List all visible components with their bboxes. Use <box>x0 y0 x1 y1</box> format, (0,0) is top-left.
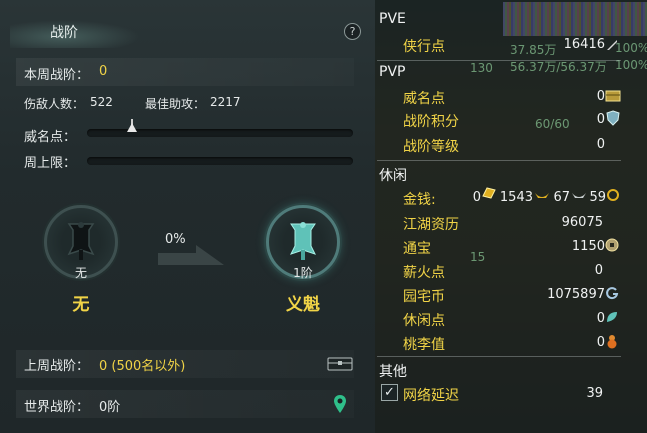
help-icon[interactable]: ? <box>344 23 361 40</box>
next-rank-name: 义魁 <box>286 295 320 315</box>
location-pin-icon[interactable] <box>333 394 347 414</box>
weekly-rank-value: 0 <box>99 64 108 79</box>
leisure-item-value: 0 <box>596 311 605 326</box>
leisure-item-label: 薪火点 <box>403 265 445 281</box>
section-divider <box>377 60 621 61</box>
ghost-text: 15 <box>470 250 486 264</box>
current-rank-caption: 无 <box>74 266 87 280</box>
kills-value: 522 <box>90 95 113 109</box>
gold-bar-icon <box>482 187 496 199</box>
money-value-gold: 1543 <box>499 190 533 205</box>
panel-header: 战阶 ? <box>0 0 375 60</box>
pvp-section-title: PVP <box>379 64 406 80</box>
leisure-item-label: 园宅币 <box>403 289 445 305</box>
section-divider <box>377 356 621 357</box>
world-rank-label: 世界战阶： <box>24 400 90 415</box>
leisure-item-value: 0 <box>596 335 605 350</box>
leaf-icon <box>607 312 617 322</box>
money-value-copper: 59 <box>589 190 606 205</box>
pvp-item-value: 0 <box>596 112 605 127</box>
pvp-item-value: 0 <box>596 89 605 104</box>
current-rank-name: 无 <box>72 295 90 315</box>
leisure-item-value: 0 <box>594 263 603 278</box>
world-rank-value: 0阶 <box>99 400 121 415</box>
rank-panel: 战阶 ? 本周战阶： 0 伤敌人数： 522 最佳助攻： 2217 威名点： 周… <box>0 0 375 433</box>
prestige-label: 威名点： <box>24 130 77 145</box>
copper-cash-icon <box>605 238 619 252</box>
last-week-label: 上周战阶： <box>24 359 90 374</box>
weekly-rank-label: 本周战阶： <box>24 68 90 83</box>
money-value-gold-bar: 0 <box>472 190 481 205</box>
rank-banner-active-icon <box>290 222 316 260</box>
leisure-item-label: 通宝 <box>403 241 431 257</box>
reward-chest-icon[interactable] <box>327 355 353 371</box>
leisure-item-value: 1150 <box>571 239 605 254</box>
other-section-title: 其他 <box>379 364 407 380</box>
pve-item-label: 侠行点 <box>403 39 445 55</box>
rank-banner-icon <box>67 222 95 260</box>
sword-icon <box>607 40 617 50</box>
best-assist-value: 2217 <box>210 95 241 109</box>
money-value-silver: 67 <box>553 190 570 205</box>
pvp-item-label: 战阶等级 <box>403 139 459 155</box>
pvp-item-label: 威名点 <box>403 91 445 107</box>
currency-panel: 37.85万 56.37万/56.37万 130 60/60 15 100% 1… <box>375 0 647 433</box>
gold-ingot-icon <box>535 193 549 198</box>
leisure-item-label: 休闲点 <box>403 313 445 329</box>
next-rank-caption: 1阶 <box>293 266 313 280</box>
ghost-text: 100% <box>615 41 647 55</box>
prestige-progress-bar <box>87 119 353 137</box>
money-label: 金钱: <box>403 192 436 208</box>
weekly-limit-label: 周上限： <box>24 156 77 171</box>
prestige-chest-icon <box>605 90 621 102</box>
section-divider <box>377 160 621 161</box>
leisure-item-label: 江湖资历 <box>403 217 459 233</box>
kills-label: 伤敌人数： <box>24 97 85 111</box>
latency-checkbox[interactable]: ✓ <box>381 384 398 401</box>
leisure-section-title: 休闲 <box>379 168 407 184</box>
pvp-item-label: 战阶积分 <box>403 114 459 130</box>
g-coin-icon <box>606 287 619 300</box>
gourd-icon <box>607 335 617 349</box>
leisure-item-value: 96075 <box>561 215 603 230</box>
pve-item-value: 16416 <box>563 37 605 52</box>
best-assist-label: 最佳助攻： <box>145 97 206 111</box>
pvp-item-value: 0 <box>596 137 605 152</box>
shield-icon <box>606 110 620 126</box>
pve-section-title: PVE <box>379 11 406 27</box>
prestige-marker <box>127 123 137 132</box>
last-week-value: 0 (500名以外) <box>99 359 186 374</box>
weekly-limit-progress-bar <box>87 157 353 165</box>
progress-arrow-icon <box>158 245 224 265</box>
latency-label: 网络延迟 <box>403 388 459 404</box>
ghost-text: 130 <box>470 61 493 75</box>
copper-coin-icon <box>607 189 619 201</box>
leisure-item-value: 1075897 <box>547 287 605 302</box>
panel-title: 战阶 <box>50 25 78 41</box>
leisure-item-label: 桃李值 <box>403 337 445 353</box>
latency-value: 39 <box>586 386 603 401</box>
silver-ingot-icon <box>572 193 586 198</box>
